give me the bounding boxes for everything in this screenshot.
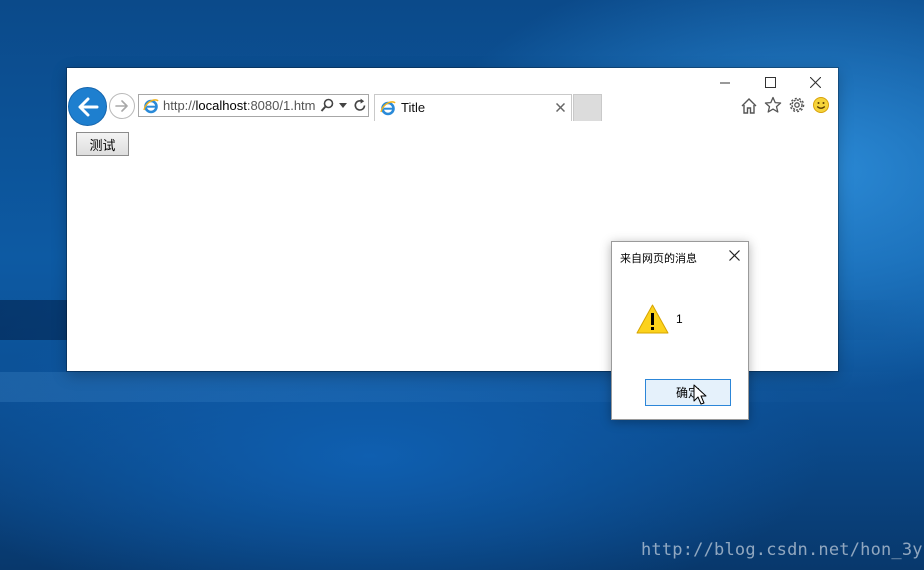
home-icon[interactable] xyxy=(740,96,758,114)
minimize-icon xyxy=(720,82,730,83)
refresh-icon[interactable] xyxy=(353,98,367,113)
minimize-button[interactable] xyxy=(703,68,748,96)
settings-gear-icon[interactable] xyxy=(788,96,806,114)
alert-message: 1 xyxy=(676,312,683,326)
favorites-star-icon[interactable] xyxy=(764,96,782,114)
back-button[interactable] xyxy=(68,87,107,126)
ie-logo-icon xyxy=(143,99,159,114)
close-window-button[interactable] xyxy=(793,68,838,96)
alert-title: 来自网页的消息 xyxy=(620,252,697,265)
watermark: http://blog.csdn.net/hon_3y xyxy=(641,540,923,560)
browser-toolbar xyxy=(740,96,830,114)
mouse-cursor-icon xyxy=(693,384,707,405)
forward-button[interactable] xyxy=(109,93,135,119)
maximize-icon xyxy=(765,76,776,88)
maximize-button[interactable] xyxy=(748,68,793,96)
close-icon xyxy=(810,76,821,88)
new-tab-button[interactable] xyxy=(573,94,602,121)
search-icon[interactable] xyxy=(320,98,334,113)
tab-label: Title xyxy=(401,100,426,115)
window-controls xyxy=(703,68,838,96)
address-bar[interactable]: http://localhost:8080/1.htm xyxy=(138,94,369,117)
test-button[interactable]: 测试 xyxy=(76,132,129,156)
arrow-right-icon xyxy=(115,100,128,112)
chevron-down-icon[interactable] xyxy=(339,103,347,109)
ie-logo-icon xyxy=(380,101,396,116)
arrow-left-icon xyxy=(78,97,98,116)
ok-button[interactable]: 确定 xyxy=(645,379,731,406)
close-tab-icon[interactable] xyxy=(556,103,565,112)
tab-title[interactable]: Title xyxy=(374,94,572,121)
address-url[interactable]: http://localhost:8080/1.htm xyxy=(163,95,315,116)
wallpaper-light-beam xyxy=(0,372,924,402)
alert-dialog: 来自网页的消息 1 确定 xyxy=(611,241,749,420)
close-icon[interactable] xyxy=(729,250,740,261)
warning-icon xyxy=(636,304,669,334)
feedback-smiley-icon[interactable] xyxy=(812,96,830,114)
